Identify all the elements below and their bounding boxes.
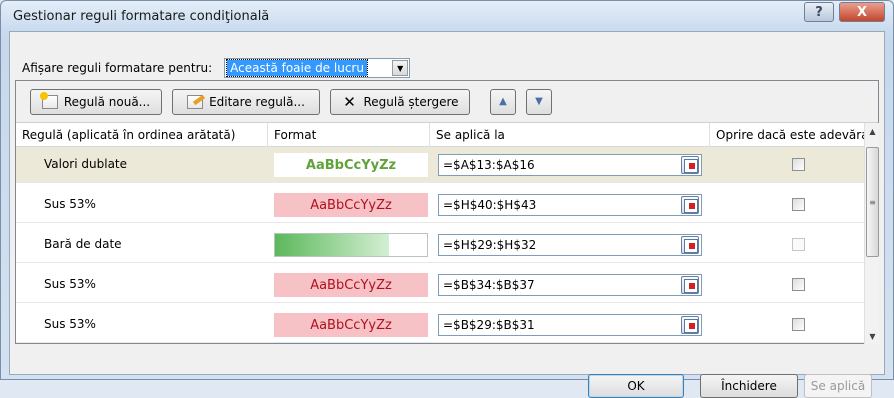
applies-to-input[interactable]: =$B$34:$B$37 (438, 274, 702, 296)
stop-if-true-checkbox[interactable] (792, 318, 805, 331)
applies-to-value: =$B$29:$B$31 (443, 318, 535, 332)
data-bar-preview (274, 233, 428, 257)
data-bar-fill (275, 234, 389, 256)
edit-rule-button[interactable]: Editare regulă... (172, 89, 320, 115)
stop-if-true-checkbox[interactable] (792, 198, 805, 211)
edit-rule-label: Editare regulă... (209, 95, 305, 109)
ok-button[interactable]: OK (588, 374, 684, 398)
stop-if-true-checkbox[interactable] (792, 278, 805, 291)
close-dialog-button[interactable]: Închidere (700, 374, 798, 398)
rules-panel: Regulă nouă... Editare regulă... ✕ Regul… (15, 80, 879, 344)
show-rules-selected: Această foaie de lucru (226, 59, 368, 77)
rule-name: Valori dublate (44, 157, 128, 171)
title-bar: Gestionar reguli formatare condiţională … (1, 1, 893, 31)
collapse-dialog-icon[interactable] (681, 316, 699, 334)
move-down-button[interactable]: ▼ (526, 89, 552, 115)
collapse-dialog-icon[interactable] (681, 236, 699, 254)
show-rules-row: Afișare reguli formatare pentru: Această… (22, 58, 411, 78)
scroll-up-arrow-icon[interactable]: ▲ (865, 123, 880, 139)
show-rules-dropdown[interactable]: Această foaie de lucru ▼ (224, 58, 411, 78)
delete-rule-label: Regulă ștergere (363, 95, 459, 109)
applies-to-value: =$H$29:$H$32 (443, 238, 537, 252)
rules-table-body: Valori dublate AaBbCcYyZz =$A$13:$A$16 Sus … (16, 147, 864, 345)
rule-row[interactable]: Sus 53% AaBbCcYyZz =$B$34:$B$37 (16, 267, 864, 303)
column-header-format[interactable]: Format (268, 123, 430, 147)
down-arrow-icon: ▼ (535, 96, 543, 107)
delete-x-icon: ✕ (343, 93, 356, 111)
dialog-title: Gestionar reguli formatare condiţională (13, 9, 270, 24)
column-header-stop-if-true[interactable]: Oprire dacă este adevărat (710, 123, 864, 147)
new-rule-button[interactable]: Regulă nouă... (30, 89, 162, 115)
applies-to-input[interactable]: =$B$29:$B$31 (438, 314, 702, 336)
delete-rule-button[interactable]: ✕ Regulă ștergere (330, 89, 470, 115)
rule-name: Sus 53% (44, 277, 96, 291)
rules-toolbar: Regulă nouă... Editare regulă... ✕ Regul… (16, 81, 878, 123)
collapse-dialog-icon[interactable] (681, 156, 699, 174)
up-arrow-icon: ▲ (499, 96, 507, 107)
stop-if-true-checkbox[interactable] (792, 238, 805, 251)
rules-scrollbar[interactable]: ▲ ≡ ▼ (864, 123, 879, 344)
rule-row[interactable]: Sus 53% AaBbCcYyZz =$B$29:$B$31 (16, 307, 864, 343)
dialog-window: Gestionar reguli formatare condiţională … (0, 0, 894, 398)
format-preview: AaBbCcYyZz (274, 193, 428, 217)
show-rules-label: Afișare reguli formatare pentru: (22, 61, 213, 75)
applies-to-value: =$A$13:$A$16 (443, 158, 535, 172)
rule-row[interactable]: Bară de date =$H$29:$H$32 (16, 227, 864, 263)
scroll-down-arrow-icon[interactable]: ▼ (865, 328, 880, 344)
stop-if-true-checkbox[interactable] (792, 158, 805, 171)
close-icon: X (856, 4, 868, 20)
format-preview: AaBbCcYyZz (274, 273, 428, 297)
rule-row[interactable]: Sus 53% AaBbCcYyZz =$H$40:$H$43 (16, 187, 864, 223)
edit-rule-icon (187, 95, 204, 109)
rule-row[interactable]: Valori dublate AaBbCcYyZz =$A$13:$A$16 (16, 147, 864, 183)
scrollbar-thumb[interactable]: ≡ (866, 147, 879, 257)
rules-table-header: Regulă (aplicată în ordinea arătată) For… (16, 123, 864, 147)
move-up-button[interactable]: ▲ (490, 89, 516, 115)
close-window-button[interactable]: X (839, 2, 885, 22)
format-preview: AaBbCcYyZz (274, 153, 428, 177)
collapse-dialog-icon[interactable] (681, 276, 699, 294)
dialog-client-area: Afișare reguli formatare pentru: Această… (9, 31, 885, 398)
rule-name: Sus 53% (44, 317, 96, 331)
help-icon: ? (815, 4, 823, 20)
rule-name: Sus 53% (44, 197, 96, 211)
collapse-dialog-icon[interactable] (681, 196, 699, 214)
applies-to-input[interactable]: =$A$13:$A$16 (438, 154, 702, 176)
column-header-applies-to[interactable]: Se aplică la (430, 123, 710, 147)
apply-button[interactable]: Se aplică (804, 374, 872, 398)
applies-to-value: =$H$40:$H$43 (443, 198, 537, 212)
column-header-rule[interactable]: Regulă (aplicată în ordinea arătată) (16, 123, 268, 147)
applies-to-input[interactable]: =$H$40:$H$43 (438, 194, 702, 216)
format-preview: AaBbCcYyZz (274, 313, 428, 337)
chevron-down-icon[interactable]: ▼ (392, 60, 409, 76)
applies-to-input[interactable]: =$H$29:$H$32 (438, 234, 702, 256)
rule-name: Bară de date (44, 237, 122, 251)
new-rule-icon (39, 92, 58, 109)
new-rule-label: Regulă nouă... (63, 95, 151, 109)
applies-to-value: =$B$34:$B$37 (443, 278, 535, 292)
help-button[interactable]: ? (804, 2, 834, 22)
